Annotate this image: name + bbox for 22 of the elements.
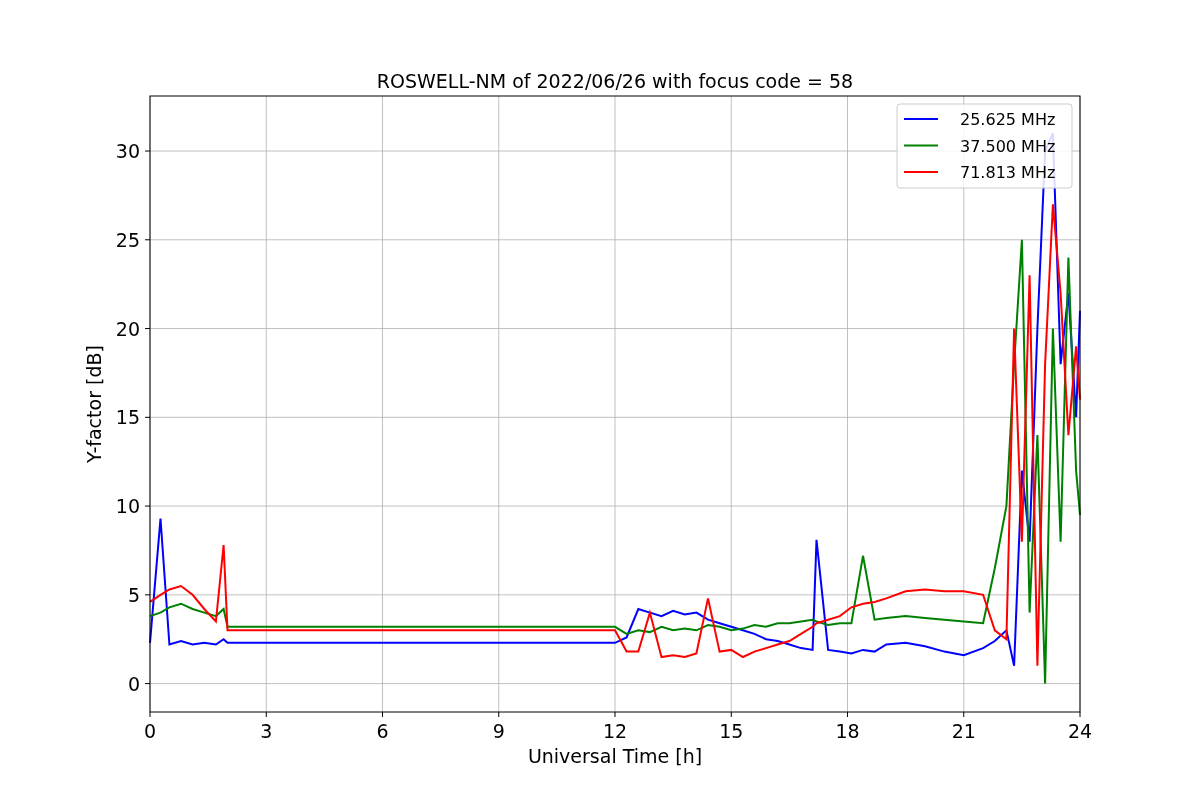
tick-label: 0	[143, 720, 157, 742]
legend-label: 37.500 MHz	[960, 136, 1056, 156]
tick-label: 15	[115, 406, 140, 429]
tick-label: 30	[115, 140, 140, 163]
legend-label: 71.813 MHz	[960, 163, 1056, 182]
tick-label: 6	[376, 720, 389, 742]
tick-label: 5	[127, 583, 140, 606]
tick-label: 18	[835, 720, 860, 742]
tick-label: 21	[951, 720, 976, 742]
tick-label: 12	[602, 720, 628, 742]
y-axis-label: Y-factor [dB]	[83, 345, 105, 463]
tick-label: 10	[115, 495, 140, 518]
tick-label: 15	[719, 720, 744, 742]
tick-label: 9	[492, 720, 505, 742]
tick-label: 24	[1067, 720, 1093, 742]
tick-label: 20	[115, 317, 140, 340]
x-axis-label: Universal Time [h]	[527, 745, 703, 767]
legend-label: 25.625 MHz	[960, 110, 1056, 129]
tick-label: 25	[115, 228, 140, 251]
chart-title: ROSWELL-NM of 2022/06/26 with focus code = 58	[376, 70, 854, 92]
tick-label: 3	[260, 720, 273, 742]
tick-label: 0	[127, 672, 140, 695]
